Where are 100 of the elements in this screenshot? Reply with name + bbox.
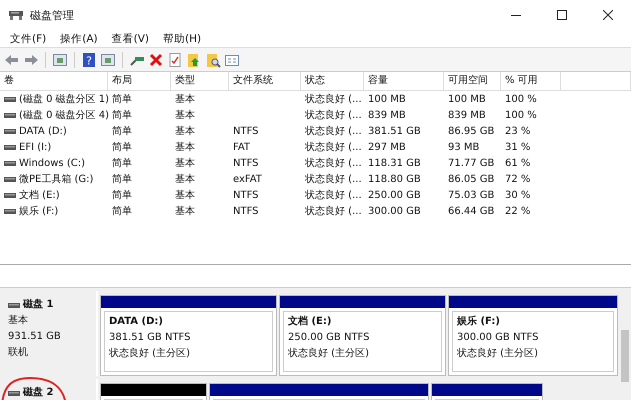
table-cell-text: 基本 bbox=[175, 188, 195, 202]
partition-block[interactable]: 文档 (E:) 250.00 GB NTFS 状态良好 (主分区) bbox=[279, 295, 446, 376]
maximize-icon bbox=[557, 10, 567, 20]
drive-icon bbox=[8, 390, 20, 396]
table-cell-text: 状态良好 (... bbox=[305, 140, 362, 154]
table-cell-text: 状态良好 (... bbox=[305, 156, 362, 170]
table-cell: 100 % bbox=[505, 110, 537, 120]
table-cell-text: 状态良好 (... bbox=[305, 204, 362, 218]
menu-item[interactable]: 文件(F) bbox=[4, 32, 54, 46]
table-cell-text: (磁盘 0 磁盘分区 4) bbox=[19, 109, 110, 122]
partition-block[interactable]: 娱乐 (F:) 300.00 GB NTFS 状态良好 (主分区) bbox=[448, 295, 618, 376]
column-header[interactable]: 文件系统 bbox=[229, 72, 301, 90]
disk-info: 931.51 GB bbox=[8, 330, 62, 344]
table-cell-text: 娱乐 (F:) bbox=[19, 204, 58, 218]
column-header[interactable]: % 可用 bbox=[501, 72, 561, 90]
table-cell: 23 % bbox=[505, 126, 530, 136]
table-cell: 839 MB bbox=[368, 110, 406, 120]
partition-name: 文档 (E:) bbox=[288, 314, 332, 329]
table-cell: FAT bbox=[233, 142, 250, 152]
table-cell: NTFS bbox=[233, 190, 259, 200]
menu-item[interactable]: 操作(A) bbox=[54, 32, 106, 46]
disk-management-icon bbox=[8, 9, 24, 21]
partition-size: 250.00 GB NTFS bbox=[288, 331, 370, 345]
menu-item[interactable]: 查看(V) bbox=[106, 32, 158, 46]
table-cell-text: 基本 bbox=[175, 124, 195, 138]
table-cell-text: 基本 bbox=[175, 108, 195, 122]
table-cell-text: 状态良好 (... bbox=[305, 172, 362, 186]
table-cell: EFI (I:) bbox=[19, 142, 52, 152]
column-header[interactable]: 布局 bbox=[108, 72, 171, 90]
table-cell-text: 基本 bbox=[175, 140, 195, 154]
table-cell-text: 状态良好 (... bbox=[305, 188, 362, 202]
table-cell-text: 基本 bbox=[175, 172, 195, 186]
table-cell-text: 状态良好 (... bbox=[305, 124, 362, 138]
column-header[interactable]: 状态 bbox=[301, 72, 364, 90]
table-cell: 71.77 GB bbox=[448, 158, 494, 168]
table-cell: 93 MB bbox=[448, 142, 480, 152]
table-cell-text: 简单 bbox=[112, 108, 132, 122]
drive-icon bbox=[4, 144, 16, 150]
table-cell: DATA (D:) bbox=[19, 126, 67, 136]
table-cell: 86.95 GB bbox=[448, 126, 494, 136]
table-cell-text: 基本 bbox=[175, 92, 195, 106]
close-icon bbox=[603, 10, 613, 20]
column-header[interactable]: 可用空间 bbox=[444, 72, 501, 90]
table-cell: 61 % bbox=[505, 158, 530, 168]
help-icon[interactable]: ? bbox=[81, 52, 97, 68]
table-cell: 31 % bbox=[505, 142, 530, 152]
table-cell-text: 简单 bbox=[112, 124, 132, 138]
table-cell: 100 MB bbox=[368, 94, 406, 104]
folder-up-icon[interactable] bbox=[186, 52, 202, 68]
table-cell-text: 基本 bbox=[175, 204, 195, 218]
table-cell: 839 MB bbox=[448, 110, 486, 120]
table-cell-text: 简单 bbox=[112, 204, 132, 218]
table-cell: 86.05 GB bbox=[448, 174, 494, 184]
column-header[interactable]: 类型 bbox=[171, 72, 229, 90]
table-cell: 100 MB bbox=[448, 94, 486, 104]
panel-icon[interactable] bbox=[52, 52, 68, 68]
partition-status: 状态良好 (主分区) bbox=[457, 346, 539, 361]
drive-icon bbox=[8, 302, 20, 308]
table-cell-text: 简单 bbox=[112, 140, 132, 154]
table-cell: 72 % bbox=[505, 174, 530, 184]
table-cell: 118.80 GB bbox=[368, 174, 421, 184]
table-cell-text: 简单 bbox=[112, 92, 132, 106]
table-cell-text: 状态良好 (... bbox=[305, 92, 362, 106]
drive-icon bbox=[4, 96, 16, 102]
table-cell: 30 % bbox=[505, 190, 530, 200]
table-cell-text: 简单 bbox=[112, 188, 132, 202]
table-cell: 66.44 GB bbox=[448, 206, 494, 216]
partition-status: 状态良好 (主分区) bbox=[288, 346, 370, 361]
drive-icon bbox=[4, 160, 16, 166]
partition-status: 状态良好 (主分区) bbox=[109, 346, 191, 361]
table-cell: 118.31 GB bbox=[368, 158, 421, 168]
drive-icon bbox=[4, 176, 16, 182]
table-cell: 300.00 GB bbox=[368, 206, 421, 216]
table-cell: NTFS bbox=[233, 158, 259, 168]
table-cell: 250.00 GB bbox=[368, 190, 421, 200]
disk-info: 联机 bbox=[8, 346, 29, 360]
table-cell-text: 简单 bbox=[112, 172, 132, 186]
table-cell: 297 MB bbox=[368, 142, 406, 152]
menu-item[interactable]: 帮助(H) bbox=[157, 32, 210, 46]
table-cell-text: 微PE工具箱 (G:) bbox=[19, 173, 94, 186]
drive-icon bbox=[4, 208, 16, 214]
checklist-icon[interactable] bbox=[167, 52, 183, 68]
table-cell-text: (磁盘 0 磁盘分区 1) bbox=[19, 93, 110, 106]
partition-name: DATA (D:) bbox=[109, 315, 164, 329]
column-header[interactable]: 容量 bbox=[364, 72, 444, 90]
table-cell: Windows (C:) bbox=[19, 158, 85, 168]
partition-size: 381.51 GB NTFS bbox=[109, 331, 192, 345]
delete-icon[interactable] bbox=[148, 52, 164, 68]
folder-search-icon[interactable] bbox=[205, 52, 221, 68]
window-title: 磁盘管理 bbox=[30, 8, 75, 22]
table-cell: NTFS bbox=[233, 126, 259, 136]
column-header[interactable]: 卷 bbox=[0, 72, 108, 90]
partition-size: 300.00 GB NTFS bbox=[457, 331, 540, 345]
table-cell: 75.03 GB bbox=[448, 190, 494, 200]
partition-block[interactable]: DATA (D:) 381.51 GB NTFS 状态良好 (主分区) bbox=[100, 295, 277, 376]
panel-icon[interactable] bbox=[100, 52, 116, 68]
table-cell-text: 状态良好 (... bbox=[305, 108, 362, 122]
table-cell: exFAT bbox=[233, 174, 262, 184]
drive-icon bbox=[4, 192, 16, 198]
drive-icon bbox=[4, 112, 16, 118]
